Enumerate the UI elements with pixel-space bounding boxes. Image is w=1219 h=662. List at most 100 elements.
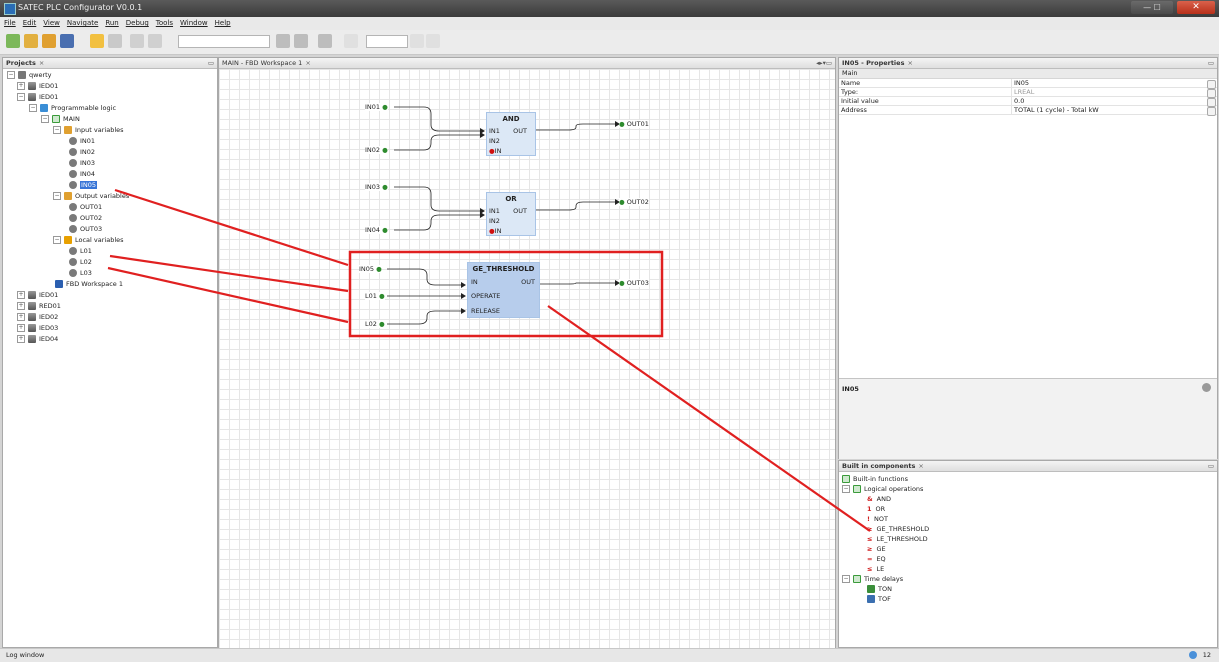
expand-icon[interactable]: + — [17, 82, 25, 90]
tree-item-main[interactable]: − MAIN — [41, 114, 80, 124]
or-block[interactable]: OR IN1 OUT IN2 ●IN — [486, 192, 536, 236]
collapse-icon[interactable]: − — [53, 192, 61, 200]
fbd-input-var[interactable]: IN04 ● — [365, 226, 388, 234]
component-not[interactable]: ! NOT — [867, 514, 888, 524]
tree-item-programmable-logic[interactable]: − Programmable logic — [29, 103, 116, 113]
component-ge-threshold[interactable]: ≥ GE_THRESHOLD — [867, 524, 929, 534]
tree-item-fbd-workspace[interactable]: FBD Workspace 1 — [55, 279, 123, 289]
tree-item-variable[interactable]: OUT02 — [69, 213, 102, 223]
fbd-input-var[interactable]: IN05 ● — [359, 265, 382, 273]
expand-icon[interactable]: + — [17, 324, 25, 332]
menu-edit[interactable]: Edit — [19, 17, 40, 27]
minimize-icon[interactable]: ▭ — [1208, 461, 1214, 471]
expand-icon[interactable]: + — [17, 302, 25, 310]
ge-threshold-block[interactable]: GE_THRESHOLD IN OUT OPERATE RELEASE — [467, 262, 540, 318]
tree-item-device[interactable]: + IED04 — [17, 334, 58, 344]
close-icon[interactable]: × — [918, 462, 923, 470]
clean-build-icon[interactable] — [294, 34, 308, 48]
redo-icon[interactable] — [108, 34, 122, 48]
workspace-tab[interactable]: MAIN - FBD Workspace 1 × ◂▸▾▭ — [219, 58, 835, 69]
configuration-select[interactable] — [178, 35, 270, 48]
search-field[interactable] — [366, 35, 408, 48]
collapse-icon[interactable]: − — [53, 126, 61, 134]
collapse-icon[interactable]: − — [53, 236, 61, 244]
fbd-input-var[interactable]: IN01 ● — [365, 103, 388, 111]
profile-icon[interactable] — [344, 34, 358, 48]
component-ton[interactable]: TON — [867, 584, 892, 594]
zoom-icon[interactable] — [410, 34, 424, 48]
notification-icon[interactable] — [1189, 651, 1197, 659]
fbd-input-var[interactable]: IN03 ● — [365, 183, 388, 191]
properties-section-header[interactable]: Main — [839, 69, 1217, 79]
collapse-icon[interactable]: − — [17, 93, 25, 101]
tree-item-logical-operations[interactable]: − Logical operations — [842, 484, 923, 494]
menu-tools[interactable]: Tools — [152, 17, 176, 27]
fbd-output-var[interactable]: ● OUT02 — [619, 198, 649, 206]
fbd-output-var[interactable]: ● OUT03 — [619, 279, 649, 287]
fbd-canvas[interactable]: IN01 ● IN02 ● IN03 ● IN04 ● IN05 ● L01 ●… — [219, 69, 835, 648]
component-eq[interactable]: = EQ — [867, 554, 886, 564]
tree-item-device[interactable]: + RED01 — [17, 301, 61, 311]
zoom-in-icon[interactable] — [426, 34, 440, 48]
minimize-icon[interactable]: ▭ — [1208, 58, 1214, 68]
collapse-icon[interactable]: − — [842, 575, 850, 583]
component-le[interactable]: ≤ LE — [867, 564, 884, 574]
build-icon[interactable] — [276, 34, 290, 48]
close-icon[interactable]: × — [907, 59, 912, 67]
tree-item-device[interactable]: + IED03 — [17, 323, 58, 333]
menu-file[interactable]: File — [0, 17, 19, 27]
collapse-icon[interactable]: − — [7, 71, 15, 79]
component-le-threshold[interactable]: ≤ LE_THRESHOLD — [867, 534, 928, 544]
new-project-icon[interactable] — [6, 34, 20, 48]
tree-item-variable[interactable]: IN04 — [69, 169, 95, 179]
log-window-label[interactable]: Log window — [6, 651, 44, 659]
workspace-nav-icons[interactable]: ◂▸▾▭ — [816, 58, 832, 68]
save-icon[interactable] — [60, 34, 74, 48]
component-tof[interactable]: TOF — [867, 594, 891, 604]
expand-icon[interactable]: + — [17, 335, 25, 343]
tree-item-variable[interactable]: L01 — [69, 246, 92, 256]
tree-item-variable[interactable]: L02 — [69, 257, 92, 267]
tree-item-qwerty[interactable]: − qwerty — [7, 70, 52, 80]
tree-item-device[interactable]: − IED01 — [17, 92, 58, 102]
property-value[interactable]: LREAL — [1011, 87, 1217, 98]
new-file-icon[interactable] — [24, 34, 38, 48]
and-block[interactable]: AND IN1 OUT IN2 ●IN — [486, 112, 536, 156]
menu-view[interactable]: View — [39, 17, 63, 27]
minimize-icon[interactable]: ▭ — [208, 58, 214, 68]
collapse-icon[interactable]: − — [29, 104, 37, 112]
component-ge[interactable]: ≥ GE — [867, 544, 886, 554]
cut-icon[interactable] — [130, 34, 144, 48]
tree-item-local-variables[interactable]: − Local variables — [53, 235, 124, 245]
close-icon[interactable]: × — [39, 59, 44, 67]
tree-item-device[interactable]: + IED02 — [17, 312, 58, 322]
menu-navigate[interactable]: Navigate — [63, 17, 101, 27]
tree-item-variable-selected[interactable]: IN05 — [69, 180, 98, 190]
menu-window[interactable]: Window — [176, 17, 211, 27]
open-icon[interactable] — [42, 34, 56, 48]
fbd-output-var[interactable]: ● OUT01 — [619, 120, 649, 128]
expand-icon[interactable]: + — [17, 313, 25, 321]
collapse-icon[interactable]: − — [842, 485, 850, 493]
paste-icon[interactable] — [148, 34, 162, 48]
tree-item-built-in-functions[interactable]: Built-in functions — [842, 474, 908, 484]
property-value[interactable]: TOTAL (1 cycle) - Total kW — [1011, 105, 1217, 116]
fbd-input-var[interactable]: IN02 ● — [365, 146, 388, 154]
tree-item-variable[interactable]: IN03 — [69, 158, 95, 168]
tree-item-variable[interactable]: IN02 — [69, 147, 95, 157]
close-icon[interactable]: × — [305, 59, 310, 67]
run-icon[interactable] — [318, 34, 332, 48]
component-and[interactable]: & AND — [867, 494, 891, 504]
menu-debug[interactable]: Debug — [122, 17, 152, 27]
tree-item-input-variables[interactable]: − Input variables — [53, 125, 124, 135]
tree-item-output-variables[interactable]: − Output variables — [53, 191, 129, 201]
property-value[interactable]: 0.0 — [1011, 96, 1217, 107]
undo-icon[interactable] — [90, 34, 104, 48]
tree-item-variable[interactable]: IN01 — [69, 136, 95, 146]
close-window-button[interactable]: ✕ — [1177, 1, 1215, 14]
property-value[interactable]: IN05 — [1011, 79, 1217, 89]
minimize-maximize-buttons[interactable]: — ☐ — [1131, 1, 1173, 14]
tree-item-variable[interactable]: L03 — [69, 268, 92, 278]
help-icon[interactable] — [1202, 383, 1211, 392]
component-or[interactable]: 1 OR — [867, 504, 885, 514]
